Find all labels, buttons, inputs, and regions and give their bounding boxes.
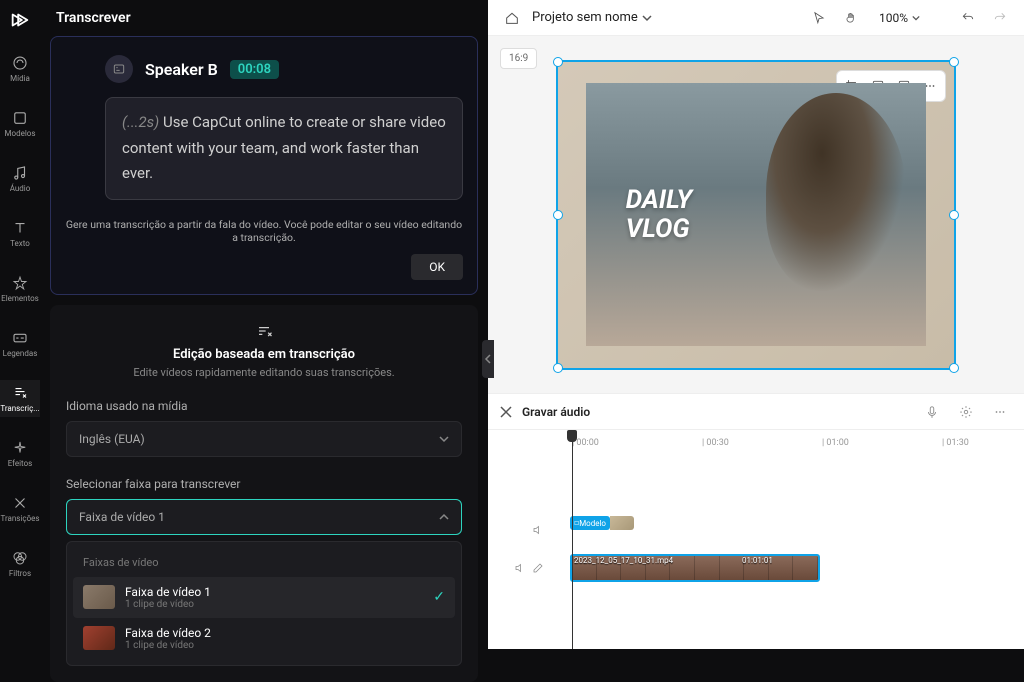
chevron-up-icon xyxy=(439,512,449,522)
chevron-down-icon xyxy=(439,434,449,444)
transcript-text: (...2s) Use CapCut online to create or s… xyxy=(105,97,463,200)
sidebar-item-elements[interactable]: Elementos xyxy=(0,270,40,307)
sidebar-item-label: Filtros xyxy=(9,569,31,578)
chevron-down-icon xyxy=(912,14,920,22)
editor-area: Projeto sem nome 100% 16:9 xyxy=(488,0,1024,649)
dropdown-item-sub: 1 clipe de vídeo xyxy=(125,599,423,610)
resize-handle[interactable] xyxy=(949,210,959,220)
timeline-track-model: Modelo xyxy=(488,514,1024,546)
track-thumbnail xyxy=(83,585,115,609)
ruler-mark: | 01:00 xyxy=(822,438,849,448)
sidebar-item-transcribe[interactable]: Transcriç... xyxy=(0,380,40,417)
dropdown-item-title: Faixa de vídeo 1 xyxy=(125,585,423,599)
panel-title: Transcrever xyxy=(40,0,488,36)
overlay-text: DAILY VLOG xyxy=(626,186,692,243)
top-toolbar: Projeto sem nome 100% xyxy=(488,0,1024,36)
track-thumbnail xyxy=(83,626,115,650)
language-select[interactable]: Inglês (EUA) xyxy=(66,421,462,457)
left-rail: Mídia Modelos Áudio Texto Elementos Lege… xyxy=(0,0,40,649)
transcribe-panel: Transcrever Speaker B 00:08 (...2s) Use … xyxy=(40,0,488,649)
check-icon: ✓ xyxy=(433,589,445,605)
model-clip-thumb[interactable] xyxy=(610,516,634,530)
video-preview: DAILY VLOG xyxy=(586,83,927,346)
timeline-track-video: 2023_12_05_17_10_31.mp4 01:01:01 xyxy=(488,552,1024,584)
redo-button[interactable] xyxy=(988,6,1012,30)
sidebar-item-label: Texto xyxy=(10,239,30,248)
sidebar-item-effects[interactable]: Efeitos xyxy=(0,435,40,472)
canvas[interactable]: 16:9 DAILY VLOG xyxy=(488,36,1024,393)
speaker-icon xyxy=(105,55,133,83)
model-clip[interactable]: Modelo xyxy=(570,516,610,530)
dropdown-item-track1[interactable]: Faixa de vídeo 1 1 clipe de vídeo ✓ xyxy=(73,577,455,618)
dropdown-item-title: Faixa de vídeo 2 xyxy=(125,626,445,640)
speaker-timestamp: 00:08 xyxy=(230,60,279,79)
undo-button[interactable] xyxy=(956,6,980,30)
mute-icon[interactable] xyxy=(514,562,526,574)
hand-tool[interactable] xyxy=(839,6,863,30)
more-icon[interactable] xyxy=(988,400,1012,424)
track-value: Faixa de vídeo 1 xyxy=(79,510,165,524)
track-select-label: Selecionar faixa para transcrever xyxy=(66,477,462,491)
edit-track-icon[interactable] xyxy=(532,562,544,574)
sidebar-item-label: Transcriç... xyxy=(0,404,39,413)
sidebar-item-label: Áudio xyxy=(10,184,31,193)
language-value: Inglês (EUA) xyxy=(79,432,145,446)
promo-description: Gere uma transcrição a partir da fala do… xyxy=(65,218,463,244)
cursor-tool[interactable] xyxy=(807,6,831,30)
sidebar-item-label: Modelos xyxy=(5,129,36,138)
sidebar-item-captions[interactable]: Legendas xyxy=(0,325,40,362)
sidebar-item-label: Transições xyxy=(1,514,40,523)
sidebar-item-label: Efeitos xyxy=(8,459,33,468)
promo-card: Speaker B 00:08 (...2s) Use CapCut onlin… xyxy=(50,36,478,295)
project-name: Projeto sem nome xyxy=(532,10,638,25)
sidebar-item-label: Mídia xyxy=(10,74,30,83)
edit-subtitle: Edite vídeos rapidamente editando suas t… xyxy=(66,366,462,379)
sidebar-item-audio[interactable]: Áudio xyxy=(0,160,40,197)
ruler-mark: | 01:30 xyxy=(942,438,969,448)
edit-title: Edição baseada em transcrição xyxy=(66,347,462,362)
home-icon[interactable] xyxy=(500,6,524,30)
sidebar-item-label: Elementos xyxy=(1,294,39,303)
dropdown-header: Faixas de vídeo xyxy=(73,548,455,577)
sidebar-item-transitions[interactable]: Transições xyxy=(0,490,40,527)
close-icon[interactable] xyxy=(500,406,512,418)
sidebar-item-media[interactable]: Mídia xyxy=(0,50,40,87)
resize-handle[interactable] xyxy=(553,57,563,67)
ruler-mark: | 00:30 xyxy=(702,438,729,448)
panel-collapse-button[interactable] xyxy=(482,340,494,378)
clip-filename: 2023_12_05_17_10_31.mp4 xyxy=(574,556,673,565)
sidebar-item-text[interactable]: Texto xyxy=(0,215,40,252)
playhead[interactable] xyxy=(572,432,573,649)
mute-icon[interactable] xyxy=(532,524,544,536)
ok-button[interactable]: OK xyxy=(411,254,463,280)
resize-handle[interactable] xyxy=(553,210,563,220)
app-logo[interactable] xyxy=(8,8,32,32)
language-label: Idioma usado na mídia xyxy=(66,399,462,413)
timeline[interactable]: | 00:00 | 00:30 | 01:00 | 01:30 Modelo xyxy=(488,429,1024,649)
transcript-delay: (...2s) xyxy=(122,113,159,131)
sidebar-item-templates[interactable]: Modelos xyxy=(0,105,40,142)
clip-duration: 01:01:01 xyxy=(742,556,773,565)
dropdown-item-track2[interactable]: Faixa de vídeo 2 1 clipe de vídeo xyxy=(73,618,455,659)
resize-handle[interactable] xyxy=(553,363,563,373)
audio-record-bar: Gravar áudio xyxy=(488,393,1024,429)
video-frame[interactable]: DAILY VLOG xyxy=(556,60,956,370)
chevron-down-icon xyxy=(642,13,652,23)
track-select[interactable]: Faixa de vídeo 1 xyxy=(66,499,462,535)
resize-handle[interactable] xyxy=(949,57,959,67)
project-title[interactable]: Projeto sem nome xyxy=(532,10,799,25)
zoom-value: 100% xyxy=(879,11,908,25)
aspect-ratio-badge[interactable]: 16:9 xyxy=(500,48,537,69)
resize-handle[interactable] xyxy=(949,363,959,373)
microphone-icon[interactable] xyxy=(920,400,944,424)
sidebar-item-filters[interactable]: Filtros xyxy=(0,545,40,582)
settings-icon[interactable] xyxy=(954,400,978,424)
speaker-name: Speaker B xyxy=(145,60,218,79)
audio-label: Gravar áudio xyxy=(522,405,910,419)
transcript-body: Use CapCut online to create or share vid… xyxy=(122,113,446,182)
track-dropdown: Faixas de vídeo Faixa de vídeo 1 1 clipe… xyxy=(66,541,462,666)
zoom-select[interactable]: 100% xyxy=(871,11,928,25)
sidebar-item-label: Legendas xyxy=(3,349,38,358)
edit-section: Edição baseada em transcrição Edite víde… xyxy=(50,305,478,682)
